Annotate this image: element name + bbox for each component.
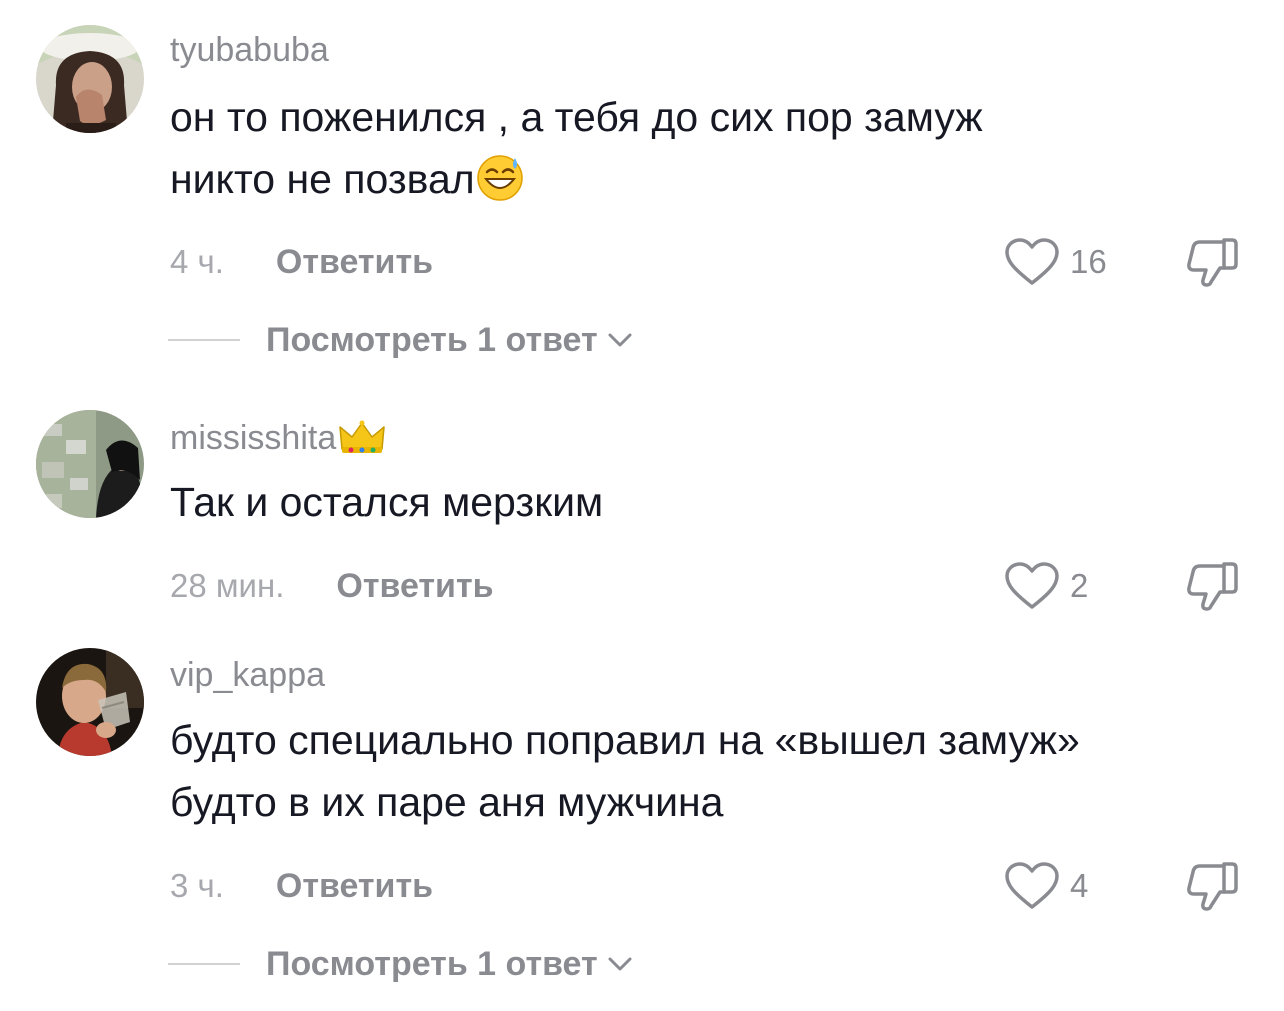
reply-button[interactable]: Ответить	[276, 243, 433, 282]
comment-text-line-with-emoji: никто не позвал	[170, 148, 1260, 210]
divider	[168, 963, 240, 965]
comment-meta: 3 ч. Ответить	[170, 861, 433, 911]
username[interactable]: mississhita	[170, 418, 386, 458]
thumbs-down-icon[interactable]	[1184, 234, 1240, 288]
thumbs-down-icon[interactable]	[1184, 558, 1240, 612]
view-replies[interactable]: Посмотреть 1 ответ	[168, 942, 634, 986]
like-count: 16	[1070, 243, 1107, 280]
like-count: 2	[1070, 567, 1089, 604]
avatar-image	[36, 25, 144, 133]
avatar[interactable]	[36, 25, 144, 133]
like-count: 4	[1070, 867, 1089, 904]
comment-text: Так и остался мерзким	[170, 471, 1260, 533]
timestamp: 28 мин.	[170, 567, 285, 604]
divider	[168, 339, 240, 341]
comment-text-line: никто не позвал	[170, 156, 475, 202]
avatar[interactable]	[36, 648, 144, 756]
view-replies-label[interactable]: Посмотреть 1 ответ	[266, 945, 598, 984]
timestamp: 3 ч.	[170, 867, 224, 904]
avatar[interactable]	[36, 410, 144, 518]
chevron-down-icon	[608, 333, 632, 347]
view-replies-label[interactable]: Посмотреть 1 ответ	[266, 321, 598, 360]
comment-text-line: Так и остался мерзким	[170, 479, 604, 525]
username-text: mississhita	[170, 419, 337, 457]
comment-meta: 28 мин. Ответить	[170, 561, 494, 611]
avatar-image	[36, 410, 144, 518]
heart-icon[interactable]	[1004, 561, 1060, 611]
thumbs-down-icon[interactable]	[1184, 858, 1240, 912]
avatar-image	[36, 648, 144, 756]
comment-text: будто специально поправил на «вышел заму…	[170, 709, 1260, 833]
like-group: 2	[1004, 561, 1088, 611]
like-group: 16	[1004, 237, 1107, 287]
comment-text-line: он то поженился , а тебя до сих пор заму…	[170, 94, 983, 140]
chevron-down-icon	[608, 957, 632, 971]
heart-icon[interactable]	[1004, 237, 1060, 287]
comment-text-line: будто специально поправил на «вышел заму…	[170, 717, 1080, 763]
like-group: 4	[1004, 861, 1088, 911]
view-replies[interactable]: Посмотреть 1 ответ	[168, 318, 634, 362]
comment-meta: 4 ч. Ответить	[170, 237, 433, 287]
username[interactable]: tyubabuba	[170, 30, 329, 70]
comment-text: он то поженился , а тебя до сих пор заму…	[170, 86, 1260, 210]
comment-text-line: будто в их паре аня мужчина	[170, 779, 724, 825]
reply-button[interactable]: Ответить	[276, 867, 433, 906]
username[interactable]: vip_kappa	[170, 655, 325, 695]
crown-icon	[339, 420, 385, 453]
heart-icon[interactable]	[1004, 861, 1060, 911]
timestamp: 4 ч.	[170, 243, 224, 280]
reply-button[interactable]: Ответить	[336, 567, 493, 606]
grinning-face-with-sweat-icon	[476, 155, 523, 201]
